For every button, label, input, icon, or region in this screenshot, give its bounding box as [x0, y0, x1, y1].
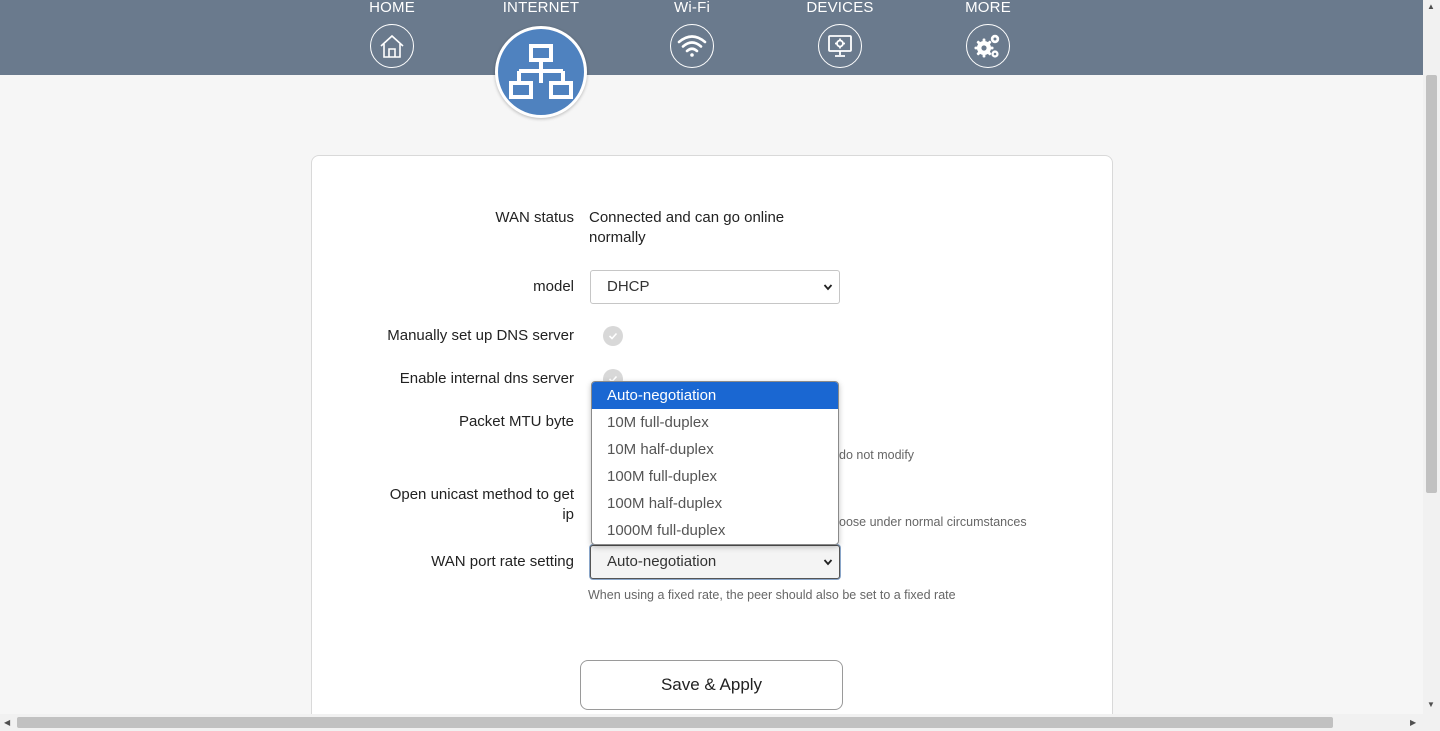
wan-rate-select[interactable]: Auto-negotiation: [590, 545, 840, 579]
chevron-down-icon: [823, 284, 833, 291]
model-select[interactable]: DHCP: [590, 270, 840, 304]
model-select-value: DHCP: [607, 278, 650, 295]
dropdown-option-auto[interactable]: Auto-negotiation: [592, 382, 838, 409]
nav-home-label: HOME: [369, 0, 415, 16]
gears-icon: [966, 24, 1010, 68]
scroll-up-icon[interactable]: ▲: [1427, 2, 1435, 12]
dropdown-option-1000m-full[interactable]: 1000M full-duplex: [592, 517, 838, 544]
horizontal-scrollbar[interactable]: ◀ ▶: [0, 714, 1440, 731]
wan-rate-dropdown: Auto-negotiation 10M full-duplex 10M hal…: [591, 381, 839, 545]
model-label: model: [533, 278, 574, 295]
devices-icon: [818, 24, 862, 68]
nav-wifi-label: Wi-Fi: [674, 0, 710, 16]
home-icon: [370, 24, 414, 68]
internal-dns-label: Enable internal dns server: [399, 370, 574, 387]
dropdown-option-100m-half[interactable]: 100M half-duplex: [592, 490, 838, 517]
wan-rate-label: WAN port rate setting: [431, 553, 574, 570]
dropdown-option-100m-full[interactable]: 100M full-duplex: [592, 463, 838, 490]
manual-dns-label: Manually set up DNS server: [387, 327, 574, 344]
wan-rate-select-value: Auto-negotiation: [607, 553, 717, 570]
scroll-left-icon[interactable]: ◀: [4, 718, 10, 728]
scroll-right-icon[interactable]: ▶: [1410, 718, 1416, 728]
wan-status-value-line1: Connected and can go online: [589, 209, 785, 226]
nav-home[interactable]: HOME: [337, 0, 447, 68]
nav-internet[interactable]: INTERNET: [486, 0, 596, 118]
scroll-down-icon[interactable]: ▼: [1427, 700, 1435, 710]
wan-rate-hint: When using a fixed rate, the peer should…: [588, 588, 956, 602]
wifi-icon: [670, 24, 714, 68]
wan-status-value-line2: normally: [589, 229, 646, 246]
save-apply-button[interactable]: Save & Apply: [580, 660, 843, 710]
nav-more[interactable]: MORE: [933, 0, 1043, 68]
unicast-label-line1: Open unicast method to get: [389, 486, 574, 503]
chevron-down-icon: [823, 559, 833, 566]
network-icon: [495, 26, 587, 118]
unicast-label-line2: ip: [562, 506, 574, 523]
nav-more-label: MORE: [965, 0, 1011, 16]
top-nav-bar: HOME INTERNET Wi-Fi DEVICES MORE: [0, 0, 1423, 118]
dropdown-option-10m-full[interactable]: 10M full-duplex: [592, 409, 838, 436]
check-icon: [608, 332, 618, 340]
nav-wifi[interactable]: Wi-Fi: [637, 0, 747, 68]
nav-devices-label: DEVICES: [806, 0, 874, 16]
vertical-scrollbar[interactable]: ▲ ▼: [1423, 0, 1440, 714]
vertical-scroll-thumb[interactable]: [1426, 75, 1437, 493]
mtu-hint: do not modify: [839, 448, 915, 462]
manual-dns-toggle[interactable]: [603, 326, 623, 346]
unicast-hint: oose under normal circumstances: [839, 515, 1027, 529]
mtu-label: Packet MTU byte: [458, 413, 574, 430]
wan-status-label: WAN status: [495, 209, 574, 226]
horizontal-scroll-thumb[interactable]: [17, 717, 1333, 728]
dropdown-option-10m-half[interactable]: 10M half-duplex: [592, 436, 838, 463]
nav-devices[interactable]: DEVICES: [785, 0, 895, 68]
nav-internet-label: INTERNET: [502, 0, 580, 16]
